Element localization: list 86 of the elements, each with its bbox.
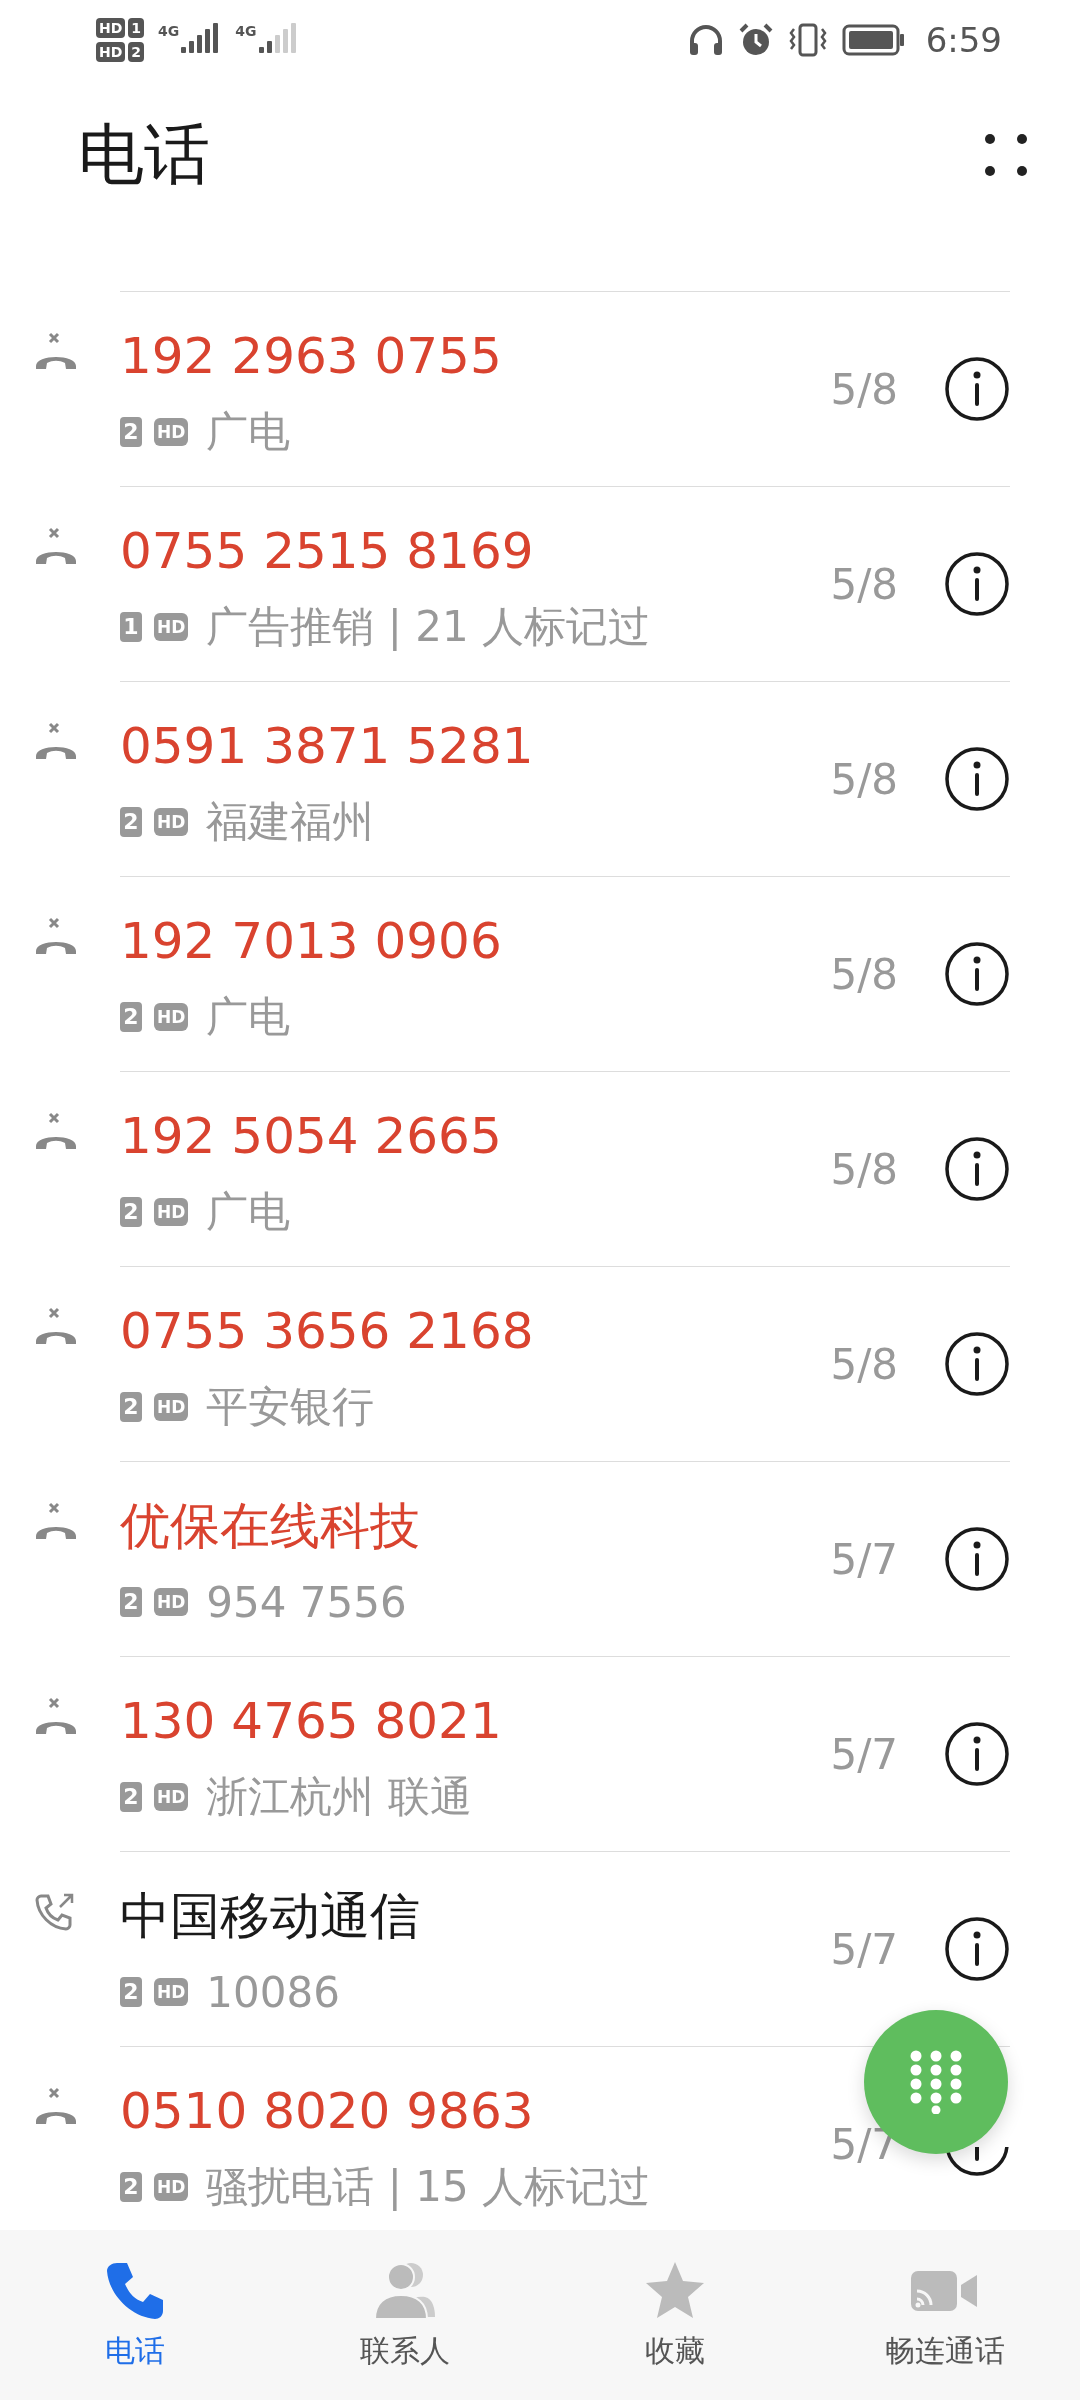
hd-badge: HD <box>154 1588 189 1616</box>
hd-badge: HD <box>154 418 189 446</box>
missed-call-icon <box>33 2087 79 2127</box>
sim-badge: 1 <box>128 18 145 38</box>
caller-name[interactable]: 192 7013 0906 <box>120 911 831 971</box>
vibrate-icon <box>787 23 828 57</box>
clock-time: 6:59 <box>925 20 1002 60</box>
call-date: 5/7 <box>830 1534 898 1584</box>
info-icon[interactable] <box>944 941 1010 1007</box>
dialpad-icon <box>908 2050 964 2114</box>
call-location: 骚扰电话 | 15 人标记过 <box>206 2161 650 2213</box>
network-label: 4G <box>235 23 257 39</box>
call-date: 5/7 <box>830 1924 898 1974</box>
sim-badge: 2 <box>120 1002 142 1032</box>
nav-tab[interactable]: 联系人 <box>270 2230 540 2400</box>
hd-badge: HD <box>154 1783 189 1811</box>
call-location: 广电 <box>206 406 291 458</box>
caller-name[interactable]: 192 2963 0755 <box>120 326 831 386</box>
more-icon[interactable] <box>982 131 1030 179</box>
call-location: 广告推销 | 21 人标记过 <box>206 601 650 653</box>
call-date: 5/8 <box>830 1144 898 1194</box>
missed-call-icon <box>33 1697 79 1737</box>
call-location: 10086 <box>206 1967 340 2017</box>
info-icon[interactable] <box>944 1916 1010 1982</box>
call-date: 5/8 <box>830 949 898 999</box>
missed-call-icon <box>33 1307 79 1347</box>
info-icon[interactable] <box>944 1331 1010 1397</box>
call-location: 平安银行 <box>206 1381 375 1433</box>
missed-call-icon <box>33 527 79 567</box>
call-date: 5/8 <box>830 559 898 609</box>
hd-badge: HD <box>96 18 126 38</box>
network-label: 4G <box>158 23 180 39</box>
call-location: 广电 <box>206 991 291 1043</box>
info-icon[interactable] <box>944 551 1010 617</box>
sim-badge: 2 <box>120 417 142 447</box>
info-icon[interactable] <box>944 746 1010 812</box>
call-location: 福建福州 <box>206 796 375 848</box>
hd-badge: HD <box>154 613 189 641</box>
hd-badge: HD <box>154 1978 189 2006</box>
sim-badge: 2 <box>120 1977 142 2007</box>
info-icon[interactable] <box>944 356 1010 422</box>
hd-badge: HD <box>96 42 126 62</box>
headphones-icon <box>687 23 724 57</box>
sim-badge: 2 <box>120 1782 142 1812</box>
sim-badge: 2 <box>120 1197 142 1227</box>
info-icon[interactable] <box>944 2147 1010 2177</box>
sim-badge: 1 <box>120 612 142 642</box>
hd-badge: HD <box>154 2173 189 2201</box>
alarm-icon <box>737 23 774 57</box>
info-icon[interactable] <box>944 1721 1010 1787</box>
hd-badge: HD <box>154 808 189 836</box>
sim-badge: 2 <box>120 2172 142 2202</box>
missed-call-icon <box>33 722 79 762</box>
caller-name[interactable]: 0755 3656 2168 <box>120 1301 831 1361</box>
info-icon[interactable] <box>944 1136 1010 1202</box>
sim-badge: 2 <box>120 1587 142 1617</box>
battery-icon <box>841 23 906 57</box>
missed-call-icon <box>33 1112 79 1152</box>
caller-name[interactable]: 中国移动通信 <box>120 1886 831 1946</box>
call-date: 5/8 <box>830 364 898 414</box>
call-location: 浙江杭州 联通 <box>206 1771 472 1823</box>
call-date: 5/7 <box>830 1729 898 1779</box>
caller-name[interactable]: 130 4765 8021 <box>120 1691 831 1751</box>
sim-badge: 2 <box>128 42 145 62</box>
page-title: 电话 <box>78 115 210 195</box>
sim-badge: 2 <box>120 807 142 837</box>
missed-call-icon <box>33 917 79 957</box>
missed-call-icon <box>33 1502 79 1542</box>
info-icon[interactable] <box>944 1526 1010 1592</box>
caller-name[interactable]: 0591 3871 5281 <box>120 716 831 776</box>
caller-name[interactable]: 优保在线科技 <box>120 1496 831 1556</box>
hd-badge: HD <box>154 1198 189 1226</box>
call-date: 5/8 <box>830 1339 898 1389</box>
nav-tab[interactable]: 收藏 <box>540 2230 810 2400</box>
nav-tab[interactable]: 电话 <box>0 2230 270 2400</box>
call-location: 广电 <box>206 1186 291 1238</box>
missed-call-icon <box>33 332 79 372</box>
hd-badge: HD <box>154 1393 189 1421</box>
nav-tab[interactable]: 畅连通话 <box>810 2230 1080 2400</box>
caller-name[interactable]: 0510 8020 9863 <box>120 2081 831 2141</box>
hd-badge: HD <box>154 1003 189 1031</box>
call-date: 5/8 <box>830 754 898 804</box>
call-location: 954 7556 <box>206 1577 407 1627</box>
sim-badge: 2 <box>120 1392 142 1422</box>
caller-name[interactable]: 192 5054 2665 <box>120 1106 831 1166</box>
caller-name[interactable]: 0755 2515 8169 <box>120 521 831 581</box>
